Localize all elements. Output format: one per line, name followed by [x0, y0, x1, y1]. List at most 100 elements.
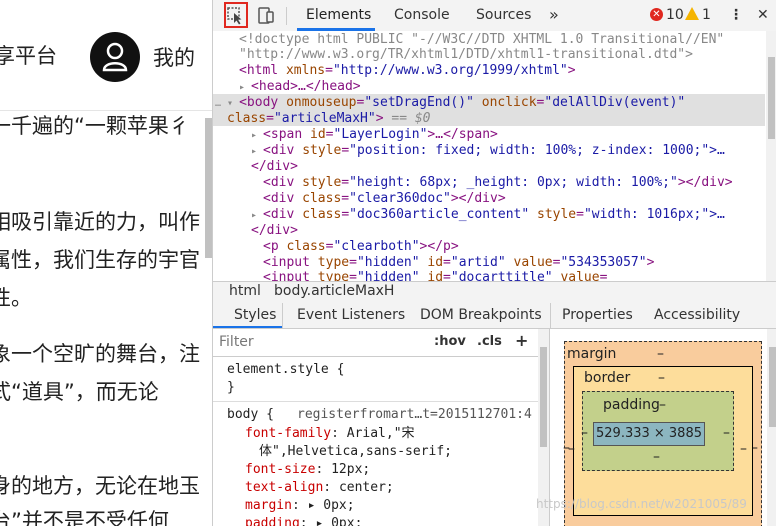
tab-sources[interactable]: Sources	[476, 7, 531, 23]
dom-attr: xmlns	[285, 63, 326, 78]
device-icon	[258, 7, 274, 24]
tab-divider	[282, 303, 283, 328]
add-rule-button[interactable]: +	[515, 331, 528, 350]
dom-value: "docarttitle"	[450, 270, 553, 281]
dom-node-div-close[interactable]: </div>	[251, 223, 298, 239]
dom-attr: style	[302, 143, 342, 158]
customize-menu-icon[interactable]: ⋮	[729, 7, 743, 23]
hover-state-toggle[interactable]: :hov	[434, 334, 466, 349]
class-toggle[interactable]: .cls	[477, 334, 502, 349]
device-toolbar-button[interactable]	[254, 3, 278, 27]
selected-node-marker: == $0	[391, 111, 431, 126]
dom-node-input[interactable]: <input type="hidden" id="docarttitle" va…	[263, 270, 607, 281]
dom-scrollbar-thumb[interactable]	[768, 57, 775, 139]
dom-value: "delAllDiv(event)"	[544, 95, 686, 110]
padding-bottom-value: –	[653, 449, 660, 465]
css-property[interactable]: text-align: center;	[245, 480, 394, 496]
dom-value: "position: fixed; width: 100%; z-index: …	[349, 143, 725, 158]
watermark: https://blog.csdn.net/w2021005/89	[536, 497, 747, 511]
tab-styles[interactable]: Styles	[234, 307, 276, 323]
tab-dom-breakpoints[interactable]: DOM Breakpoints	[420, 307, 542, 323]
article-text: 象一个空旷的舞台，注	[0, 342, 200, 366]
box-model-scrollbar[interactable]	[767, 329, 776, 526]
css-property[interactable]: font-size: 12px;	[245, 462, 370, 478]
box-model-scrollbar-thumb[interactable]	[769, 347, 776, 427]
select-element-icon	[227, 7, 242, 25]
css-property[interactable]: font-family: Arial,"宋	[245, 426, 415, 442]
tab-properties[interactable]: Properties	[562, 307, 633, 323]
dom-node-div[interactable]: <div class="clear360doc"></div>	[263, 191, 506, 207]
dom-node-input[interactable]: <input type="hidden" id="artid" value="5…	[263, 255, 654, 271]
dom-node-div[interactable]: ▸ <div class="doc360article_content" sty…	[251, 207, 725, 224]
dom-tag: >…</span>	[427, 127, 498, 142]
dom-scrollbar[interactable]	[766, 31, 776, 281]
dom-value: "setDragEnd()"	[364, 95, 474, 110]
border-label: border	[584, 370, 631, 386]
page-scrollbar[interactable]	[205, 118, 212, 258]
dom-value: "hidden"	[356, 270, 420, 281]
styles-filter-bar: Filter :hov .cls +	[213, 329, 549, 357]
dom-node-p[interactable]: <p class="clearboth"></p>	[263, 239, 459, 255]
dom-attr: style	[537, 207, 577, 222]
tab-event-listeners[interactable]: Event Listeners	[297, 307, 405, 323]
dom-tag: <span	[263, 127, 311, 142]
warning-count[interactable]: 1	[702, 7, 711, 23]
tab-elements[interactable]: Elements	[306, 7, 371, 23]
warning-icon	[685, 7, 699, 20]
article-text: 台”并不是不受任何	[0, 509, 169, 526]
box-model-content[interactable]: 529.333 × 3885	[593, 422, 705, 446]
css-property[interactable]: padding: ▸ 0px;	[245, 516, 362, 526]
web-page: 享平台 我的 一千遍的“一颗苹果彳 相吸引靠近的力，叫作 属性，我们生存的宇官 …	[0, 0, 212, 526]
article-text: 一千遍的“一颗苹果彳	[0, 114, 190, 138]
avatar[interactable]	[90, 32, 140, 82]
styles-scrollbar-thumb[interactable]	[540, 347, 547, 447]
dom-tag: <head>…</head>	[251, 79, 361, 94]
box-model-padding[interactable]: padding – – – – 529.333 × 3885	[581, 391, 734, 471]
error-icon: ✕	[650, 8, 663, 21]
tab-divider	[550, 303, 551, 328]
dom-value: "doc360article_content"	[349, 207, 530, 222]
dom-node-div-close[interactable]: </div>	[251, 159, 298, 175]
more-tabs-button[interactable]: »	[549, 5, 559, 24]
box-model-border[interactable]: border – – – padding – – – – 529.333 × 3…	[568, 366, 753, 516]
dom-tag: ></p>	[419, 239, 459, 254]
my-menu-link[interactable]: 我的	[153, 42, 195, 72]
breadcrumb-body[interactable]: body.articleMaxH	[274, 283, 394, 299]
dom-node-div[interactable]: <div style="height: 68px; _height: 0px; …	[263, 175, 733, 191]
css-property-cont: 体",Helvetica,sans-serif;	[259, 444, 453, 459]
padding-left-value: –	[581, 425, 588, 441]
styles-tabbar: Styles Event Listeners DOM Breakpoints P…	[213, 303, 776, 329]
error-count[interactable]: 10	[666, 7, 684, 23]
dom-value: "width: 1016px;">…	[583, 207, 725, 222]
css-property[interactable]: margin: ▸ 0px;	[245, 498, 355, 514]
dom-doctype[interactable]: <!doctype html PUBLIC "-//W3C//DTD XHTML…	[239, 32, 724, 48]
tab-console[interactable]: Console	[394, 7, 450, 23]
filter-input[interactable]: Filter	[219, 334, 254, 350]
dom-tag: </div>	[251, 159, 298, 174]
toolbar-divider	[286, 7, 287, 25]
rule-source-link[interactable]: registerfromart…t=2015112701:4	[297, 407, 532, 423]
element-style-selector[interactable]: element.style {	[227, 362, 344, 378]
dom-doctype[interactable]: "http://www.w3.org/TR/xhtml1/DTD/xhtml1-…	[239, 47, 693, 63]
dom-node-div[interactable]: ▸ <div style="position: fixed; width: 10…	[251, 143, 725, 160]
dom-value: "clear360doc"	[349, 191, 451, 206]
dom-node-body[interactable]: … ▾ <body onmouseup="setDragEnd()" oncli…	[215, 95, 685, 112]
breadcrumb-html[interactable]: html	[229, 283, 261, 299]
dom-node-head[interactable]: ▸ <head>…</head>	[239, 79, 361, 96]
inspect-element-button[interactable]	[224, 2, 248, 28]
dom-value: "articleMaxH"	[273, 111, 376, 126]
dom-node-html[interactable]: <html xmlns="http://www.w3.org/1999/xhtm…	[239, 63, 576, 79]
dom-value: "height: 68px; _height: 0px; width: 100%…	[349, 175, 678, 190]
user-icon	[102, 42, 128, 72]
close-devtools-button[interactable]: ✕	[757, 7, 769, 23]
dom-value: "hidden"	[356, 255, 420, 270]
dom-value: "534353057"	[560, 255, 647, 270]
dom-node-body-cont[interactable]: class="articleMaxH"> == $0	[227, 111, 431, 127]
dom-node-span[interactable]: ▸ <span id="LayerLogin">…</span>	[251, 127, 498, 144]
body-rule-selector[interactable]: body {	[227, 407, 274, 423]
padding-top-value: –	[659, 397, 666, 413]
tab-accessibility[interactable]: Accessibility	[654, 307, 740, 323]
dom-tag: <body	[239, 95, 287, 110]
article-text: 性。	[0, 286, 32, 310]
article-text: 相吸引靠近的力，叫作	[0, 210, 200, 234]
